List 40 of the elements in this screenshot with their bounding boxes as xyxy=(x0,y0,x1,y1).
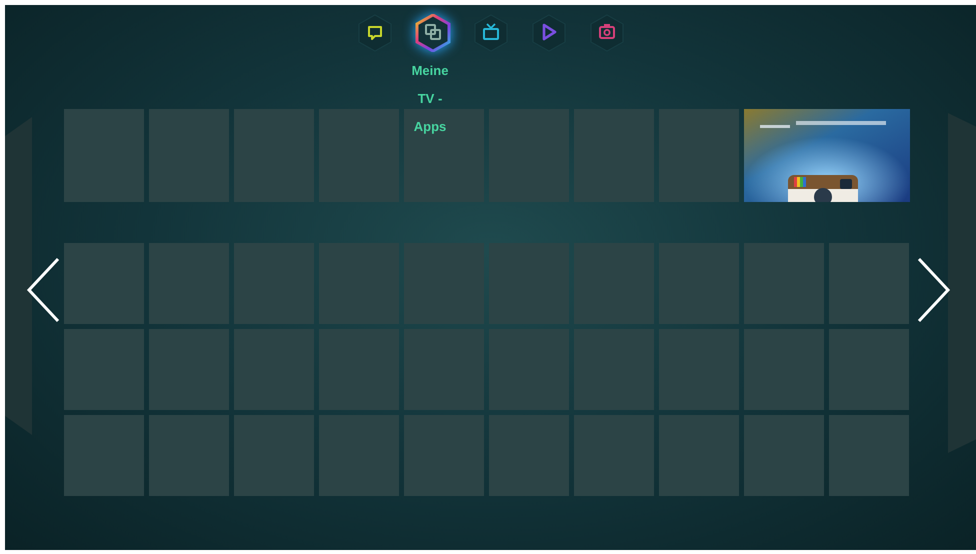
app-tile[interactable] xyxy=(149,415,229,496)
app-tile[interactable] xyxy=(234,243,314,324)
app-tile[interactable] xyxy=(829,243,909,324)
tv-tab[interactable] xyxy=(472,13,508,53)
app-tile[interactable] xyxy=(404,415,484,496)
camera-tab[interactable] xyxy=(588,13,624,53)
app-tile[interactable] xyxy=(319,329,399,410)
app-tile[interactable] xyxy=(574,329,654,410)
app-tile[interactable] xyxy=(149,329,229,410)
app-tile[interactable] xyxy=(64,415,144,496)
app-tile[interactable] xyxy=(64,329,144,410)
app-tile[interactable] xyxy=(404,329,484,410)
app-tile[interactable] xyxy=(149,243,229,324)
app-tile[interactable] xyxy=(659,415,739,496)
next-arrow[interactable] xyxy=(917,257,951,323)
app-tile[interactable] xyxy=(319,415,399,496)
app-tile[interactable] xyxy=(234,415,314,496)
app-tile[interactable] xyxy=(744,415,824,496)
app-tile[interactable] xyxy=(659,109,739,202)
app-tile[interactable] xyxy=(64,243,144,324)
app-tile[interactable] xyxy=(829,329,909,410)
chat-tab[interactable] xyxy=(356,13,392,53)
app-tile[interactable] xyxy=(489,415,569,496)
play-tab[interactable] xyxy=(530,13,566,53)
app-tile[interactable] xyxy=(489,329,569,410)
app-tile[interactable] xyxy=(744,329,824,410)
previous-arrow[interactable] xyxy=(26,257,60,323)
app-tile[interactable] xyxy=(234,329,314,410)
app-tile[interactable] xyxy=(64,109,144,202)
app-tile[interactable] xyxy=(659,243,739,324)
app-tile[interactable] xyxy=(829,415,909,496)
app-tile[interactable] xyxy=(659,329,739,410)
tab-label: Meine TV - Apps xyxy=(410,62,450,136)
app-tile[interactable] xyxy=(744,243,824,324)
app-tile[interactable] xyxy=(574,415,654,496)
app-tile[interactable] xyxy=(149,109,229,202)
app-tile[interactable] xyxy=(234,109,314,202)
app-tile[interactable] xyxy=(574,109,654,202)
apps-tab[interactable] xyxy=(414,13,450,53)
app-tile[interactable] xyxy=(319,109,399,202)
